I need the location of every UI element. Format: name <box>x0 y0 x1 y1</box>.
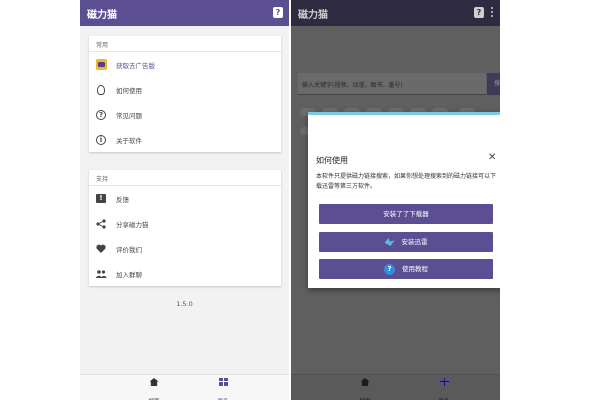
install-xunlei-button[interactable]: 安装迅雷 <box>319 232 493 252</box>
help-circle-icon: ? <box>95 109 107 121</box>
common-section-card: 常用 获取去广告版 如何使用 ? 常见问题 i 关于软件 <box>89 36 281 152</box>
menu-item-label: 常见问题 <box>116 111 142 120</box>
search-button[interactable]: 搜索 <box>487 73 500 95</box>
feedback-icon: ! <box>95 193 107 205</box>
info-icon: i <box>95 134 107 146</box>
section-title-support: 支持 <box>89 170 281 186</box>
section-title-common: 常用 <box>89 36 281 52</box>
app-bar: 磁力猫 ? <box>291 0 500 26</box>
bottom-nav: 搜索 更多 <box>291 374 500 400</box>
menu-item-label: 加入群聊 <box>116 270 142 279</box>
lightbulb-icon <box>95 84 107 96</box>
installed-downloader-button[interactable]: 安装了了下载器 <box>319 204 493 224</box>
question-icon: ? <box>384 263 395 275</box>
home-icon <box>360 378 370 386</box>
menu-item-label: 如何使用 <box>116 86 142 95</box>
button-label: 安装迅雷 <box>401 238 428 246</box>
button-label: 安装了了下载器 <box>383 210 429 218</box>
version-label: 1.5.0 <box>176 300 193 308</box>
menu-item-label: 评价我们 <box>116 245 142 254</box>
xunlei-bird-icon <box>384 238 395 246</box>
menu-item-rate[interactable]: 评价我们 <box>89 236 281 261</box>
search-row: 输入关键字(视频，动漫，图书，番号) 搜索 <box>298 73 500 95</box>
menu-item-share[interactable]: 分享磁力猫 <box>89 211 281 236</box>
app-title: 磁力猫 <box>87 10 117 21</box>
menu-item-label: 关于软件 <box>116 136 142 145</box>
app-title: 磁力猫 <box>298 10 328 21</box>
heart-icon <box>95 243 107 255</box>
support-section-card: 支持 ! 反馈 分享磁力猫 评价我们 加入群聊 <box>89 170 281 286</box>
tutorial-button[interactable]: ? 使用教程 <box>319 259 493 279</box>
menu-item-how-to-use[interactable]: 如何使用 <box>89 77 281 102</box>
dialog-title: 如何使用 <box>316 156 348 165</box>
how-to-use-dialog: 如何使用 ✕ 本软件只提供磁力链接搜索，如果你想处理搜索到的磁力链接可以下载迅雷… <box>308 112 500 288</box>
app-bar: 磁力猫 ? <box>80 0 289 26</box>
left-screen: 磁力猫 ? 常用 获取去广告版 如何使用 ? 常见问题 i 关于软件 支持 ! … <box>80 0 289 400</box>
close-icon[interactable]: ✕ <box>488 153 496 163</box>
nav-tab-more[interactable]: 更多 <box>203 378 243 400</box>
menu-item-faq[interactable]: ? 常见问题 <box>89 102 281 127</box>
menu-item-about[interactable]: i 关于软件 <box>89 127 281 152</box>
help-icon[interactable]: ? <box>273 7 283 18</box>
nav-tab-search[interactable]: 搜索 <box>345 378 385 400</box>
group-icon <box>95 268 107 280</box>
dashboard-icon <box>218 378 228 386</box>
more-vert-icon[interactable] <box>491 7 494 18</box>
nav-tab-search[interactable]: 搜索 <box>134 378 174 400</box>
menu-item-label: 分享磁力猫 <box>116 220 149 229</box>
menu-item-label: 获取去广告版 <box>116 61 155 70</box>
bottom-nav: 搜索 更多 <box>80 374 289 400</box>
crown-icon <box>95 59 107 71</box>
nav-tab-more[interactable]: 更多 <box>424 378 464 400</box>
menu-item-label: 反馈 <box>116 195 129 204</box>
right-screen: 磁力猫 ? 输入关键字(视频，动漫，图书，番号) 搜索 如何使用 ✕ 本软件只提… <box>291 0 500 400</box>
search-placeholder: 输入关键字(视频，动漫，图书，番号) <box>302 82 403 89</box>
menu-item-feedback[interactable]: ! 反馈 <box>89 186 281 211</box>
button-label: 使用教程 <box>402 265 428 273</box>
dashboard-icon <box>439 378 449 386</box>
dialog-body: 本软件只提供磁力链接搜索，如果你想处理搜索到的磁力链接可以下载迅雷等第三方软件。 <box>316 173 497 190</box>
help-icon[interactable]: ? <box>474 7 484 18</box>
menu-item-get-adfree[interactable]: 获取去广告版 <box>89 52 281 77</box>
menu-item-join-group[interactable]: 加入群聊 <box>89 261 281 286</box>
share-icon <box>95 218 107 230</box>
search-input[interactable]: 输入关键字(视频，动漫，图书，番号) <box>298 73 486 95</box>
home-icon <box>149 378 159 386</box>
